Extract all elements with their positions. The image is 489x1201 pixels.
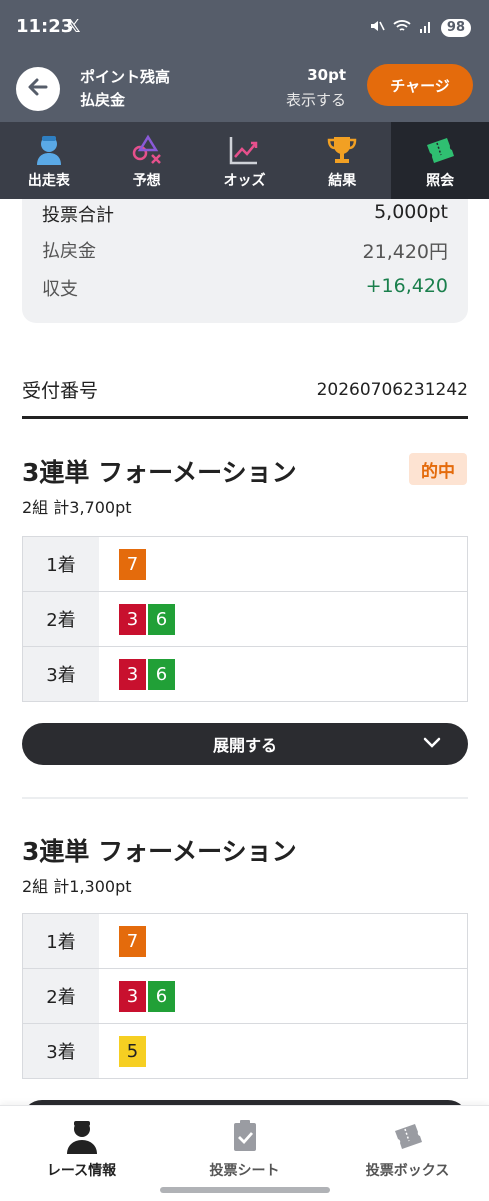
- race-person-icon: [62, 1118, 102, 1154]
- expand-button[interactable]: 展開する: [22, 723, 468, 765]
- tab-label: 照会: [426, 172, 455, 189]
- status-bar: 11:23 𝕏 98: [0, 0, 489, 56]
- system-icons: 98: [369, 18, 471, 38]
- tab-inquiry[interactable]: 照会: [391, 122, 489, 199]
- x-app-icon: 𝕏: [66, 16, 81, 37]
- receipt-number: 20260706231242: [316, 380, 468, 400]
- bottom-tab-label: 投票シート: [209, 1163, 280, 1179]
- boat-number: 7: [119, 548, 146, 580]
- summary-card: 投票合計 5,000pt 払戻金 21,420円 収支 +16,420: [22, 199, 468, 323]
- bottom-tab-label: レース情報: [46, 1163, 117, 1179]
- number-list: 3 6: [99, 592, 467, 646]
- summary-row-payout: 払戻金 21,420円: [42, 237, 448, 264]
- divider: [22, 797, 468, 799]
- wifi-icon: [393, 19, 411, 37]
- tab-odds[interactable]: オッズ: [196, 122, 294, 199]
- arrow-left-icon: [26, 73, 50, 106]
- number-list: 7: [99, 537, 467, 591]
- points-value: 30pt: [307, 66, 346, 84]
- position-label: 2着: [23, 969, 99, 1023]
- home-indicator[interactable]: [160, 1187, 330, 1193]
- position-label: 1着: [23, 914, 99, 968]
- summary-value: 21,420円: [362, 241, 448, 263]
- tab-label: 予想: [132, 172, 161, 189]
- summary-value: +16,420: [365, 275, 448, 297]
- position-label: 1着: [23, 537, 99, 591]
- boat-number: 3: [119, 603, 146, 635]
- status-time: 11:23: [16, 16, 74, 37]
- bet-subtitle: 2組 計1,300pt: [22, 877, 132, 896]
- boat-number: 7: [119, 925, 146, 957]
- summary-label: 投票合計: [42, 205, 114, 226]
- bottom-tab-vote-box[interactable]: 投票ボックス: [326, 1106, 489, 1201]
- payout-label: 払戻金: [80, 91, 126, 109]
- bet-title: 3連単 フォーメーション: [22, 458, 297, 487]
- person-icon: [32, 132, 66, 168]
- boat-number: 6: [148, 658, 175, 690]
- table-row: 2着 3 6: [23, 969, 467, 1024]
- boat-number: 6: [148, 603, 175, 635]
- chart-icon: [227, 132, 261, 168]
- expand-label: 展開する: [212, 736, 277, 755]
- tab-label: 出走表: [27, 172, 70, 189]
- payout-show-link[interactable]: 表示する: [240, 89, 346, 110]
- chevron-down-icon: [422, 733, 442, 758]
- boat-number: 6: [148, 980, 175, 1012]
- number-list: 3 6: [99, 647, 467, 701]
- table-row: 2着 3 6: [23, 592, 467, 647]
- bet-grid: 1着 7 2着 3 6 3着 3 6: [22, 536, 468, 702]
- hit-badge: 的中: [409, 453, 467, 485]
- signal-icon: [419, 19, 433, 37]
- summary-value: 5,000pt: [374, 201, 448, 223]
- receipt-label: 受付番号: [22, 380, 99, 402]
- boat-number: 3: [119, 658, 146, 690]
- table-row: 3着 5: [23, 1024, 467, 1078]
- bottom-tab-race-info[interactable]: レース情報: [0, 1106, 163, 1201]
- tab-label: オッズ: [223, 172, 266, 189]
- summary-row-total: 投票合計 5,000pt: [42, 201, 448, 227]
- number-list: 5: [99, 1024, 467, 1078]
- trophy-icon: [325, 132, 359, 168]
- position-label: 2着: [23, 592, 99, 646]
- number-list: 7: [99, 914, 467, 968]
- bet-subtitle: 2組 計3,700pt: [22, 498, 132, 517]
- shapes-icon: [130, 132, 164, 168]
- battery-indicator: 98: [440, 19, 471, 37]
- bottom-tab-label: 投票ボックス: [365, 1163, 450, 1179]
- receipt-row: 受付番号 20260706231242: [22, 376, 468, 419]
- tab-prediction[interactable]: 予想: [98, 122, 196, 199]
- bet-title: 3連単 フォーメーション: [22, 837, 297, 866]
- box-ticket-icon: [391, 1118, 425, 1154]
- summary-row-balance: 収支 +16,420: [42, 275, 448, 301]
- mute-icon: [369, 18, 385, 38]
- table-row: 1着 7: [23, 914, 467, 969]
- summary-label: 払戻金: [42, 241, 96, 262]
- bet-grid: 1着 7 2着 3 6 3着 5: [22, 913, 468, 1079]
- table-row: 3着 3 6: [23, 647, 467, 701]
- position-label: 3着: [23, 1024, 99, 1078]
- race-tab-nav: 出走表 予想 オッズ 結果 照会: [0, 122, 489, 199]
- table-row: 1着 7: [23, 537, 467, 592]
- app-header: ポイント残高 払戻金 30pt 表示する チャージ: [0, 56, 489, 122]
- summary-label: 収支: [42, 279, 78, 300]
- tab-label: 結果: [328, 172, 357, 189]
- back-button[interactable]: [16, 67, 60, 111]
- sheet-check-icon: [230, 1118, 260, 1154]
- boat-number: 5: [119, 1035, 146, 1067]
- position-label: 3着: [23, 647, 99, 701]
- tab-entries[interactable]: 出走表: [0, 122, 98, 199]
- points-label: ポイント残高: [80, 68, 171, 86]
- number-list: 3 6: [99, 969, 467, 1023]
- tab-results[interactable]: 結果: [293, 122, 391, 199]
- ticket-icon: [423, 132, 457, 168]
- charge-button[interactable]: チャージ: [367, 64, 473, 106]
- boat-number: 3: [119, 980, 146, 1012]
